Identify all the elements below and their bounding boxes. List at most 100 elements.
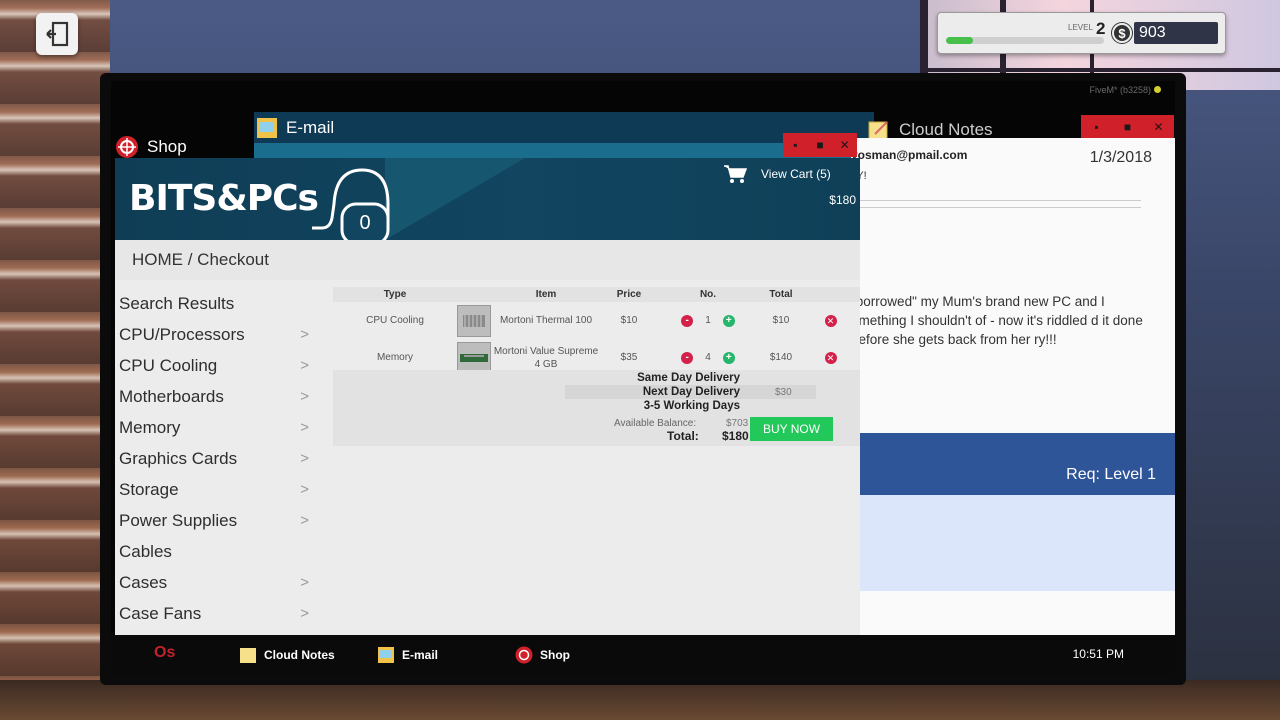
decrease-quantity-button[interactable]: - xyxy=(681,314,694,327)
item-type: CPU Cooling xyxy=(366,315,424,326)
sidebar-item[interactable]: Memory > xyxy=(115,412,315,443)
balance-label: Available Balance: xyxy=(614,418,697,429)
item-name: Mortoni Thermal 100 xyxy=(499,315,593,326)
notes-icon xyxy=(240,648,256,663)
status-dot-icon xyxy=(1154,86,1161,93)
chevron-right-icon: > xyxy=(300,605,309,622)
sidebar-item[interactable]: Graphics Cards > xyxy=(115,443,315,474)
job-requirement-banner[interactable]: Req: Level 1 xyxy=(851,433,1175,495)
desktop-screen: FiveM* (b3258) E-mail Cloud Notes ▪ ■ ✕ … xyxy=(111,81,1175,675)
sidebar-item-label: Cases xyxy=(119,572,168,592)
maximize-icon[interactable]: ■ xyxy=(1117,120,1139,134)
remove-item-button[interactable]: ✕ xyxy=(824,351,837,364)
product-thumbnail xyxy=(457,341,491,374)
breadcrumb: HOME / Checkout xyxy=(115,240,860,280)
view-cart-button[interactable]: View Cart (5) xyxy=(723,164,831,184)
delivery-option[interactable]: 3-5 Working Days xyxy=(644,400,740,412)
taskbar-clock: 10:51 PM xyxy=(1072,647,1124,661)
sidebar-item[interactable]: Power Supplies > xyxy=(115,505,315,536)
close-icon[interactable]: ✕ xyxy=(834,138,856,152)
chevron-right-icon: > xyxy=(300,481,309,498)
divider xyxy=(851,200,1141,201)
sidebar-item[interactable]: Storage > xyxy=(115,474,315,505)
lock-count: 0 xyxy=(359,212,370,234)
sidebar-item-label: Motherboards xyxy=(119,386,224,406)
item-price: $35 xyxy=(620,352,638,363)
minimize-icon[interactable]: ▪ xyxy=(784,138,806,152)
item-type: Memory xyxy=(376,352,414,363)
cart-total: $180 xyxy=(829,193,856,207)
sidebar-item[interactable]: CPU/Processors > xyxy=(115,319,315,350)
column-header: No. xyxy=(699,289,717,300)
taskbar-item-email[interactable]: E-mail xyxy=(377,646,438,664)
sidebar-item[interactable]: Search Results xyxy=(115,288,315,319)
sidebar-item-label: Memory xyxy=(119,417,181,437)
chevron-right-icon: > xyxy=(300,512,309,529)
remove-item-button[interactable]: ✕ xyxy=(824,314,837,327)
balance-value: $703 xyxy=(726,418,749,429)
total-value: $180 xyxy=(722,429,749,443)
sidebar-item[interactable]: Motherboards > xyxy=(115,381,315,412)
sidebar-item-label: CPU Cooling xyxy=(119,355,218,375)
product-thumbnail xyxy=(457,304,491,337)
delivery-option-selected[interactable]: Next Day Delivery xyxy=(643,386,740,398)
shop-window-controls: ▪ ■ ✕ xyxy=(783,133,857,157)
email-body: "borrowed" my Mum's brand new PC and I o… xyxy=(851,294,1143,347)
email-window-bar xyxy=(254,143,854,159)
taskbar: Os Cloud Notes E-mail Shop 10:51 PM xyxy=(111,635,1175,675)
dollar-icon: $ xyxy=(1112,23,1132,43)
quantity-stepper: - 1 + xyxy=(657,314,759,327)
sidebar-item[interactable]: Case Fans > xyxy=(115,598,315,629)
sidebar-item[interactable]: CPU Cooling > xyxy=(115,350,315,381)
os-start-button[interactable]: Os xyxy=(154,644,175,662)
taskbar-item-cloud-notes[interactable]: Cloud Notes xyxy=(239,646,335,664)
divider xyxy=(851,207,1141,208)
maximize-icon[interactable]: ■ xyxy=(809,138,831,152)
minimize-icon[interactable]: ▪ xyxy=(1086,120,1108,134)
email-icon xyxy=(257,118,277,138)
total-label: Total: xyxy=(667,429,699,443)
email-date: 1/3/2018 xyxy=(1089,149,1152,166)
close-icon[interactable]: ✕ xyxy=(1148,120,1170,134)
email-from: yosman@pmail.com xyxy=(851,148,968,162)
sidebar-item-label: Power Supplies xyxy=(119,510,238,530)
desk xyxy=(0,680,1280,720)
email-window-title[interactable]: E-mail xyxy=(256,117,334,139)
money-value: 903 xyxy=(1134,22,1218,44)
xp-bar xyxy=(946,37,1104,44)
sidebar-item[interactable]: Cables xyxy=(115,536,315,567)
item-price: $10 xyxy=(620,315,638,326)
view-cart-label: View Cart (5) xyxy=(761,167,831,181)
table-row: CPU Cooling Mortoni Thermal 100 $10 - 1 … xyxy=(333,302,860,339)
exit-button[interactable] xyxy=(36,13,78,55)
item-quantity: 1 xyxy=(705,315,711,326)
sidebar-item[interactable]: Cases > xyxy=(115,567,315,598)
delivery-option[interactable]: Same Day Delivery xyxy=(637,372,740,384)
chevron-right-icon: > xyxy=(300,574,309,591)
shop-logo[interactable]: BITS&PCs xyxy=(129,178,319,219)
delivery-price: $30 xyxy=(775,387,792,398)
taskbar-item-shop[interactable]: Shop xyxy=(515,646,570,664)
monitor: FiveM* (b3258) E-mail Cloud Notes ▪ ■ ✕ … xyxy=(100,73,1186,685)
buy-now-button[interactable]: BUY NOW xyxy=(750,417,833,441)
shop-window-title[interactable]: Shop xyxy=(115,135,187,159)
email-icon xyxy=(378,647,394,663)
level-label: LEVEL xyxy=(1068,23,1093,32)
sidebar-item-label: Case Fans xyxy=(119,603,202,623)
notes-window: yosman@pmail.com 1/3/2018 LY! "borrowed"… xyxy=(851,138,1175,636)
lock-icon: 0 xyxy=(312,168,390,240)
increase-quantity-button[interactable]: + xyxy=(722,314,735,327)
sidebar-item-label: Search Results xyxy=(119,293,235,313)
sidebar-item-label: Graphics Cards xyxy=(119,448,238,468)
sidebar-item-label: Cables xyxy=(119,541,172,561)
item-quantity: 4 xyxy=(705,352,711,363)
column-header: Item xyxy=(535,289,557,300)
shop-window: BITS&PCs 0 View Cart (5) $180 HOME / Che… xyxy=(115,158,860,653)
decrease-quantity-button[interactable]: - xyxy=(681,351,694,364)
shop-icon xyxy=(116,136,138,158)
increase-quantity-button[interactable]: + xyxy=(722,351,735,364)
chevron-right-icon: > xyxy=(300,357,309,374)
build-label: FiveM* (b3258) xyxy=(1089,85,1161,95)
chevron-right-icon: > xyxy=(300,450,309,467)
cart-table: Type Item Price No. Total CPU Cooling Mo… xyxy=(333,287,860,376)
